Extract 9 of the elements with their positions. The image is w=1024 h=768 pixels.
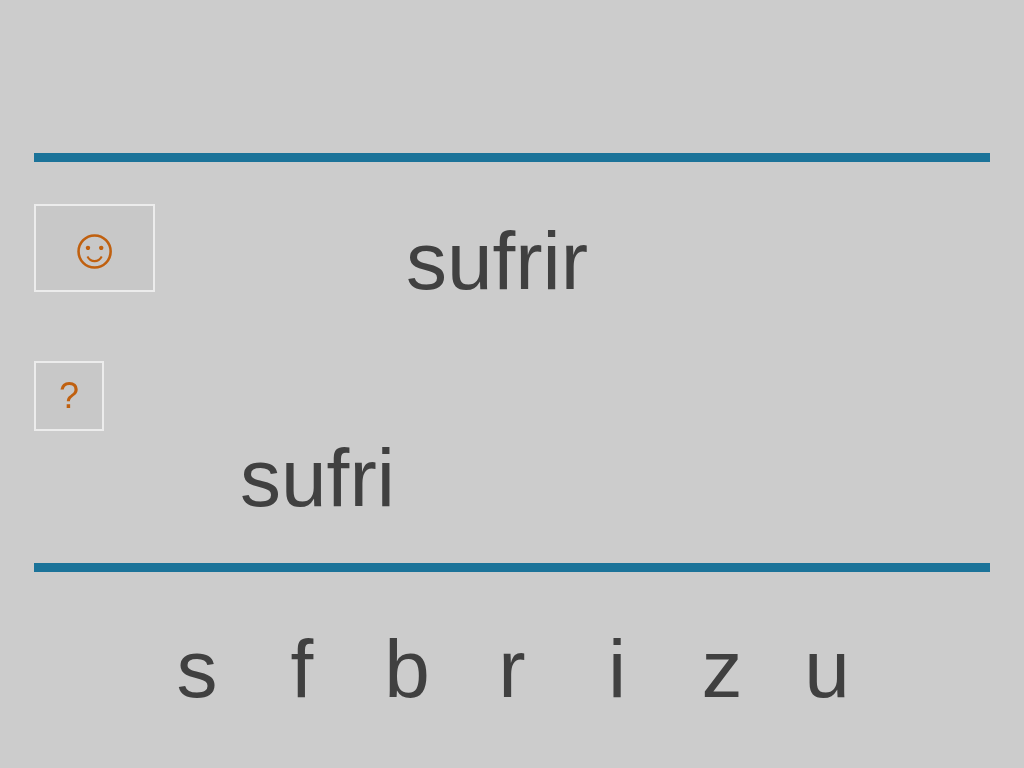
- letter-tile[interactable]: f: [290, 628, 314, 710]
- word-prompt: sufrir: [405, 220, 589, 302]
- letter-tile[interactable]: r: [498, 628, 526, 710]
- letter-tile[interactable]: i: [607, 628, 627, 710]
- letter-tile[interactable]: s: [176, 628, 218, 710]
- answer-text: sufri: [240, 437, 395, 519]
- letter-tile[interactable]: b: [384, 628, 430, 710]
- letter-tile[interactable]: u: [804, 628, 850, 710]
- letter-tile[interactable]: z: [701, 628, 743, 710]
